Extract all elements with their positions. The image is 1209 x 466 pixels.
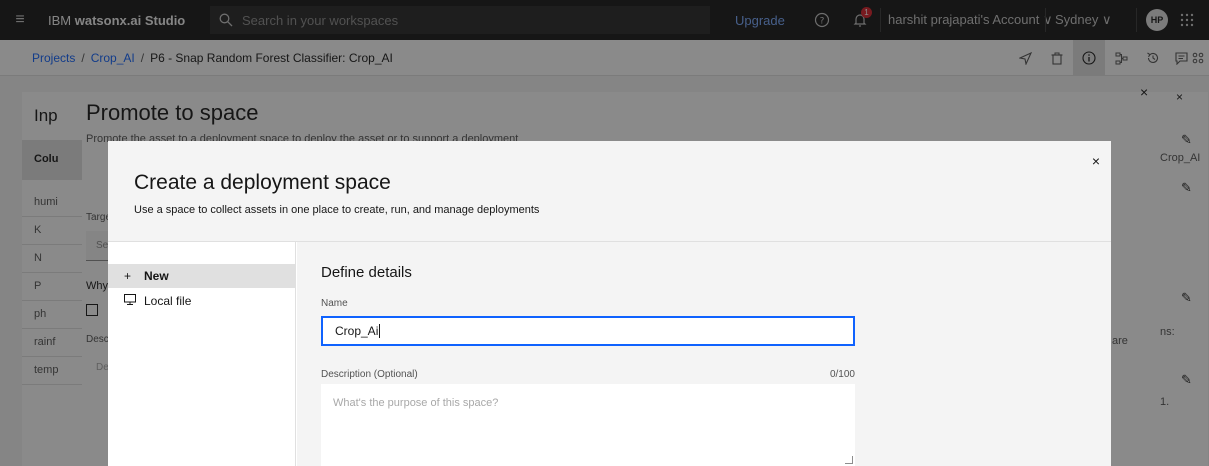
details-panel: Define details Name Crop_Ai Description … [297, 242, 1111, 466]
description-counter: 0/100 [829, 369, 855, 380]
sidebar-item-local-file[interactable]: Local file [108, 289, 296, 313]
section-title: Define details [321, 264, 412, 281]
name-field-value: Crop_Ai [335, 324, 379, 338]
modal-subtitle: Use a space to collect assets in one pla… [134, 204, 540, 216]
monitor-icon [124, 294, 138, 308]
description-label: Description (Optional) [321, 369, 418, 380]
name-label: Name [321, 298, 348, 309]
resize-handle-icon[interactable] [845, 456, 853, 464]
source-sidebar: + New Local file [108, 242, 296, 466]
modal-body: + New Local file Define details Name Cro… [108, 241, 1111, 466]
text-caret [379, 324, 381, 338]
description-field[interactable]: What's the purpose of this space? [321, 384, 855, 466]
plus-icon: + [124, 269, 132, 283]
description-placeholder: What's the purpose of this space? [333, 397, 499, 409]
name-field[interactable]: Crop_Ai [321, 316, 855, 346]
sidebar-item-new[interactable]: + New [108, 264, 296, 288]
create-space-modal: Create a deployment space Use a space to… [108, 141, 1111, 466]
sidebar-item-label: Local file [144, 294, 192, 308]
sidebar-item-label: New [144, 269, 169, 283]
modal-title: Create a deployment space [134, 171, 391, 194]
close-icon[interactable]: × [1086, 151, 1106, 171]
